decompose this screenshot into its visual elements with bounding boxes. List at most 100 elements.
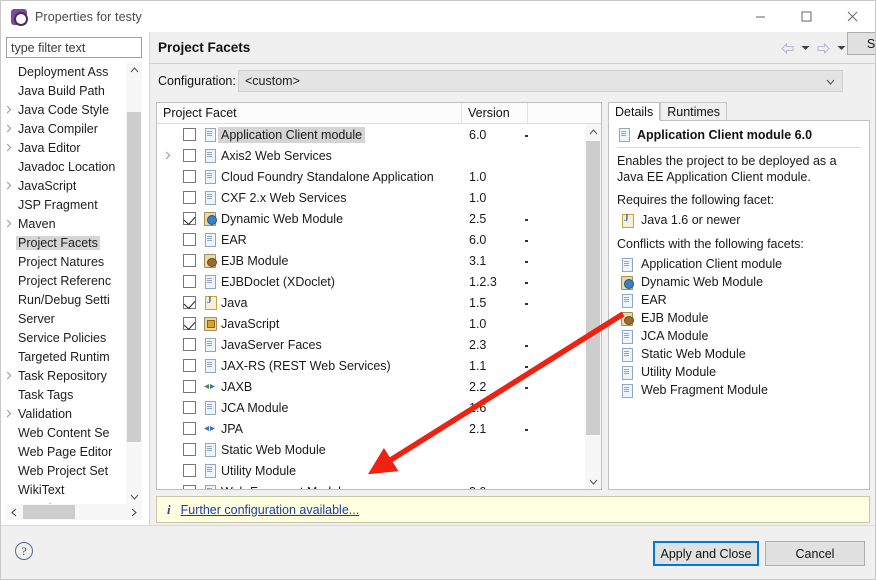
facet-scroll-thumb[interactable] — [586, 141, 600, 435]
facet-checkbox[interactable] — [183, 296, 196, 309]
tab-runtimes[interactable]: Runtimes — [660, 102, 728, 121]
sidebar-item-project-facets[interactable]: Project Facets — [6, 233, 126, 252]
facet-vertical-scrollbar[interactable] — [585, 124, 601, 489]
minimize-button[interactable] — [737, 1, 783, 32]
facet-checkbox[interactable] — [183, 464, 196, 477]
apply-and-close-button[interactable]: Apply and Close — [653, 541, 759, 566]
sidebar-item-java-code-style[interactable]: Java Code Style — [6, 100, 126, 119]
version-dropdown-icon[interactable] — [523, 212, 530, 225]
facet-checkbox[interactable] — [183, 380, 196, 393]
facet-checkbox[interactable] — [183, 191, 196, 204]
tab-details[interactable]: Details — [608, 102, 661, 121]
cancel-button[interactable]: Cancel — [765, 541, 865, 566]
sidebar-horizontal-scrollbar[interactable] — [6, 504, 142, 520]
expand-twisty-icon[interactable] — [6, 181, 18, 190]
maximize-button[interactable] — [783, 1, 829, 32]
table-row[interactable]: EJBDoclet (XDoclet) 1.2.3 — [157, 271, 585, 292]
table-row[interactable]: Cloud Foundry Standalone Application 1.0 — [157, 166, 585, 187]
help-icon[interactable]: ? — [15, 542, 33, 560]
back-dropdown-icon[interactable] — [797, 40, 813, 56]
facet-checkbox[interactable] — [183, 254, 196, 267]
expand-twisty-icon[interactable] — [6, 105, 18, 114]
facet-checkbox[interactable] — [183, 359, 196, 372]
sidebar-hscroll-thumb[interactable] — [23, 505, 75, 519]
expand-twisty-icon[interactable] — [6, 409, 18, 418]
sidebar-item-run-debug-setti[interactable]: Run/Debug Setti — [6, 290, 126, 309]
facet-checkbox[interactable] — [183, 275, 196, 288]
table-row[interactable]: JCA Module 1.6 — [157, 397, 585, 418]
version-dropdown-icon[interactable] — [523, 338, 530, 351]
version-dropdown-icon[interactable] — [523, 359, 530, 372]
sidebar-item-project-natures[interactable]: Project Natures — [6, 252, 126, 271]
sidebar-item-jsp-fragment[interactable]: JSP Fragment — [6, 195, 126, 214]
sidebar-item-javascript[interactable]: JavaScript — [6, 176, 126, 195]
sidebar-item-java-build-path[interactable]: Java Build Path — [6, 81, 126, 100]
facet-checkbox[interactable] — [183, 338, 196, 351]
close-button[interactable] — [829, 1, 875, 32]
expand-twisty-icon[interactable] — [6, 371, 18, 380]
sidebar-item-java-compiler[interactable]: Java Compiler — [6, 119, 126, 138]
further-configuration-link[interactable]: Further configuration available... — [181, 503, 360, 517]
column-header-version[interactable]: Version — [462, 103, 528, 123]
forward-arrow-icon[interactable] — [815, 40, 831, 56]
sidebar-item-server[interactable]: Server — [6, 309, 126, 328]
sidebar-item-validation[interactable]: Validation — [6, 404, 126, 423]
table-row[interactable]: Java 1.5 — [157, 292, 585, 313]
scroll-right-icon[interactable] — [126, 504, 142, 520]
sidebar-item-wikitext[interactable]: WikiText — [6, 480, 126, 499]
sidebar-item-task-tags[interactable]: Task Tags — [6, 385, 126, 404]
sidebar-item-web-content-se[interactable]: Web Content Se — [6, 423, 126, 442]
scroll-left-icon[interactable] — [6, 504, 22, 520]
table-row[interactable]: Dynamic Web Module 2.5 — [157, 208, 585, 229]
sidebar-item-deployment-ass[interactable]: Deployment Ass — [6, 62, 126, 81]
version-dropdown-icon[interactable] — [523, 296, 530, 309]
sidebar-item-task-repository[interactable]: Task Repository — [6, 366, 126, 385]
version-dropdown-icon[interactable] — [523, 275, 530, 288]
table-row[interactable]: JAX-RS (REST Web Services) 1.1 — [157, 355, 585, 376]
facet-checkbox[interactable] — [183, 149, 196, 162]
sidebar-item-web-project-set[interactable]: Web Project Set — [6, 461, 126, 480]
sidebar-scroll-thumb[interactable] — [127, 112, 141, 442]
version-dropdown-icon[interactable] — [523, 380, 530, 393]
version-dropdown-icon[interactable] — [523, 128, 530, 141]
save-as-button[interactable]: Save As... — [847, 32, 875, 55]
table-row[interactable]: JavaScript 1.0 — [157, 313, 585, 334]
sidebar-item-targeted-runtim[interactable]: Targeted Runtim — [6, 347, 126, 366]
expand-twisty-icon[interactable] — [6, 219, 18, 228]
facet-scroll-up-icon[interactable] — [585, 124, 601, 140]
version-dropdown-icon[interactable] — [523, 233, 530, 246]
table-row[interactable]: Static Web Module — [157, 439, 585, 460]
table-row[interactable]: Web Fragment Module 3.0 — [157, 481, 585, 489]
facet-checkbox[interactable] — [183, 401, 196, 414]
sidebar-item-java-editor[interactable]: Java Editor — [6, 138, 126, 157]
facet-checkbox[interactable] — [183, 317, 196, 330]
scroll-up-icon[interactable] — [126, 62, 142, 78]
facet-checkbox[interactable] — [183, 485, 196, 489]
configuration-select[interactable]: <custom> — [238, 70, 843, 92]
facet-checkbox[interactable] — [183, 170, 196, 183]
facet-checkbox[interactable] — [183, 128, 196, 141]
facet-checkbox[interactable] — [183, 233, 196, 246]
sidebar-item-maven[interactable]: Maven — [6, 214, 126, 233]
table-row[interactable]: Application Client module 6.0 — [157, 124, 585, 145]
back-arrow-icon[interactable] — [779, 40, 795, 56]
version-dropdown-icon[interactable] — [523, 485, 530, 489]
version-dropdown-icon[interactable] — [523, 422, 530, 435]
table-row[interactable]: Axis2 Web Services — [157, 145, 585, 166]
column-header-project-facet[interactable]: Project Facet — [157, 103, 462, 123]
table-row[interactable]: JPA 2.1 — [157, 418, 585, 439]
table-row[interactable]: JavaServer Faces 2.3 — [157, 334, 585, 355]
table-row[interactable]: Utility Module — [157, 460, 585, 481]
table-row[interactable]: JAXB 2.2 — [157, 376, 585, 397]
expand-twisty-icon[interactable] — [162, 145, 174, 166]
table-row[interactable]: EJB Module 3.1 — [157, 250, 585, 271]
sidebar-item-javadoc-location[interactable]: Javadoc Location — [6, 157, 126, 176]
facet-scroll-down-icon[interactable] — [585, 474, 601, 489]
table-row[interactable]: EAR 6.0 — [157, 229, 585, 250]
facet-checkbox[interactable] — [183, 212, 196, 225]
facet-checkbox[interactable] — [183, 422, 196, 435]
sidebar-item-web-page-editor[interactable]: Web Page Editor — [6, 442, 126, 461]
sidebar-item-project-referenc[interactable]: Project Referenc — [6, 271, 126, 290]
version-dropdown-icon[interactable] — [523, 254, 530, 267]
expand-twisty-icon[interactable] — [6, 124, 18, 133]
